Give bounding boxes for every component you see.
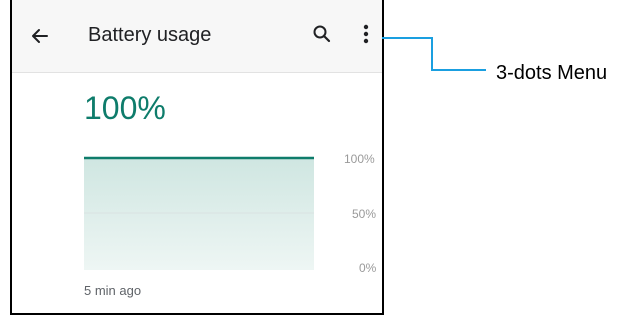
more-vert-icon bbox=[363, 24, 369, 44]
phone-screen: Battery usage 100% 100% 50% 0% 5 min ago bbox=[10, 0, 384, 315]
battery-percentage: 100% bbox=[84, 90, 166, 126]
chart-start-label: 5 min ago bbox=[84, 283, 142, 298]
y-tick-label-50: 50% bbox=[352, 207, 377, 221]
search-icon bbox=[313, 25, 331, 43]
battery-chart-svg bbox=[84, 156, 314, 270]
search-button[interactable] bbox=[308, 20, 336, 48]
back-button[interactable] bbox=[26, 22, 54, 50]
callout-label: 3-dots Menu bbox=[496, 62, 608, 84]
y-tick-label-100: 100% bbox=[344, 152, 375, 166]
y-tick-label-0: 0% bbox=[359, 261, 377, 275]
page-title: Battery usage bbox=[88, 24, 212, 46]
battery-chart bbox=[84, 150, 324, 280]
callout-leader-line bbox=[382, 37, 486, 71]
more-options-button[interactable] bbox=[354, 20, 378, 48]
arrow-left-icon bbox=[32, 29, 48, 43]
app-bar: Battery usage bbox=[12, 0, 382, 73]
chart-area-fill bbox=[84, 158, 314, 270]
